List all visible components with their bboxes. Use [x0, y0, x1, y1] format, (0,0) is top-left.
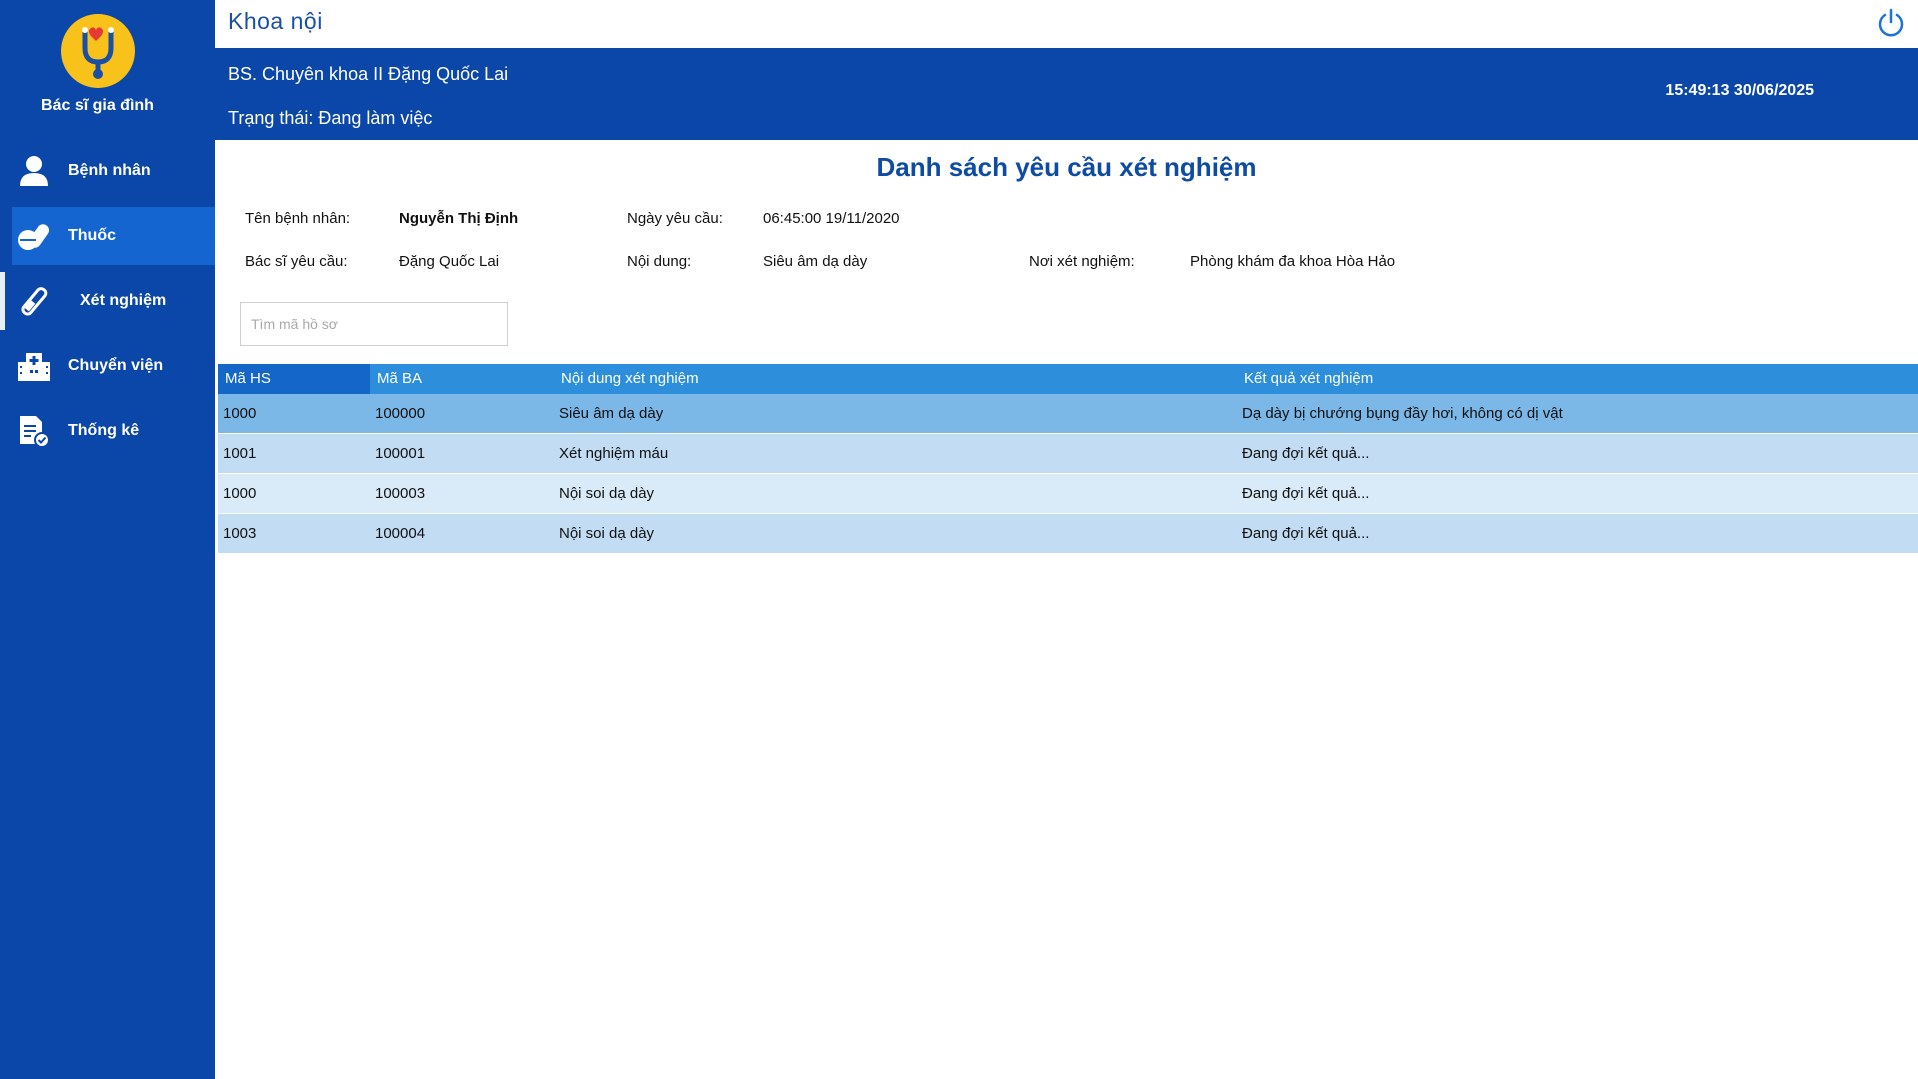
user-icon	[16, 153, 52, 189]
request-date-value: 06:45:00 19/11/2020	[763, 210, 900, 227]
window-title: Khoa nội	[228, 8, 323, 34]
cell-record-id: 1000	[223, 485, 257, 502]
doctor-name: BS. Chuyên khoa II Đặng Quốc Lai	[228, 64, 509, 84]
cell-test-content: Siêu âm dạ dày	[559, 405, 664, 422]
request-date-label: Ngày yêu cầu:	[627, 210, 723, 227]
sidebar-item-label: Thống kê	[68, 422, 140, 439]
clock: 15:49:13 30/06/2025	[1665, 82, 1814, 99]
sidebar-item-medicine[interactable]: Thuốc	[12, 207, 215, 265]
stethoscope-logo-icon	[60, 14, 135, 88]
lab-request-table: Mã HS Mã BA Nội dung xét nghiệm Kết quả …	[218, 364, 1918, 554]
sidebar-item-transfer[interactable]: Chuyển viện	[0, 337, 215, 395]
cell-test-result: Đang đợi kết quả...	[1242, 445, 1370, 462]
search-record-input[interactable]	[240, 302, 508, 346]
app-name: Bác sĩ gia đình	[41, 97, 154, 114]
cell-test-result: Dạ dày bị chướng bụng đầy hơi, không có …	[1242, 405, 1563, 422]
column-header-medical-record-id[interactable]: Mã BA	[370, 364, 554, 394]
title-bar: Khoa nội	[215, 0, 1918, 48]
test-place-value: Phòng khám đa khoa Hòa Hảo	[1190, 253, 1396, 270]
table-header: Mã HS Mã BA Nội dung xét nghiệm Kết quả …	[218, 364, 1918, 394]
test-place-label: Nơi xét nghiệm:	[1029, 253, 1135, 270]
work-status: Trạng thái: Đang làm việc	[228, 108, 433, 128]
sidebar: Bác sĩ gia đình Bệnh nhân Thuốc Xét nghi…	[0, 0, 215, 1079]
content-value: Siêu âm dạ dày	[763, 253, 868, 270]
column-header-test-result[interactable]: Kết quả xét nghiệm	[1237, 364, 1918, 394]
requesting-doctor-label: Bác sĩ yêu cầu:	[245, 253, 348, 270]
app-logo-block: Bác sĩ gia đình	[0, 14, 195, 115]
cell-record-id: 1000	[223, 405, 257, 422]
cell-medical-record-id: 100004	[375, 525, 426, 542]
sidebar-item-label: Chuyển viện	[68, 357, 164, 374]
hospital-icon	[16, 348, 52, 384]
table-row[interactable]: 1000 100000 Siêu âm dạ dày Dạ dày bị chư…	[218, 394, 1918, 434]
sidebar-item-label: Bệnh nhân	[68, 162, 151, 179]
sidebar-item-label: Thuốc	[68, 227, 116, 244]
cell-medical-record-id: 100001	[375, 445, 426, 462]
column-header-test-content[interactable]: Nội dung xét nghiệm	[554, 364, 1237, 394]
content-label: Nội dung:	[627, 253, 692, 270]
sidebar-item-label: Xét nghiệm	[80, 292, 167, 309]
cell-test-result: Đang đợi kết quả...	[1242, 485, 1370, 502]
cell-record-id: 1003	[223, 525, 257, 542]
table-row[interactable]: 1003 100004 Nội soi dạ dày Đang đợi kết …	[218, 514, 1918, 554]
sidebar-item-patients[interactable]: Bệnh nhân	[0, 142, 215, 200]
sidebar-item-lab-tests[interactable]: Xét nghiệm	[0, 272, 215, 330]
patient-label: Tên bệnh nhân:	[245, 210, 351, 227]
cell-record-id: 1001	[223, 445, 257, 462]
cell-test-content: Nội soi dạ dày	[559, 485, 655, 502]
cell-medical-record-id: 100000	[375, 405, 426, 422]
table-row[interactable]: 1001 100001 Xét nghiệm máu Đang đợi kết …	[218, 434, 1918, 474]
cell-test-content: Nội soi dạ dày	[559, 525, 655, 542]
pills-icon	[16, 218, 52, 254]
patient-value: Nguyễn Thị Định	[399, 210, 519, 227]
power-icon[interactable]	[1876, 8, 1906, 38]
cell-medical-record-id: 100003	[375, 485, 426, 502]
cell-test-result: Đang đợi kết quả...	[1242, 525, 1370, 542]
requesting-doctor-value: Đặng Quốc Lai	[399, 253, 500, 270]
cell-test-content: Xét nghiệm máu	[559, 445, 669, 462]
sidebar-item-statistics[interactable]: Thống kê	[0, 402, 215, 460]
table-row[interactable]: 1000 100003 Nội soi dạ dày Đang đợi kết …	[218, 474, 1918, 514]
report-icon	[16, 413, 52, 449]
test-tube-icon	[16, 283, 52, 319]
doctor-info-bar: BS. Chuyên khoa II Đặng Quốc Lai Trạng t…	[215, 48, 1918, 140]
page-title: Danh sách yêu cầu xét nghiệm	[876, 152, 1257, 182]
column-header-record-id[interactable]: Mã HS	[218, 364, 370, 394]
